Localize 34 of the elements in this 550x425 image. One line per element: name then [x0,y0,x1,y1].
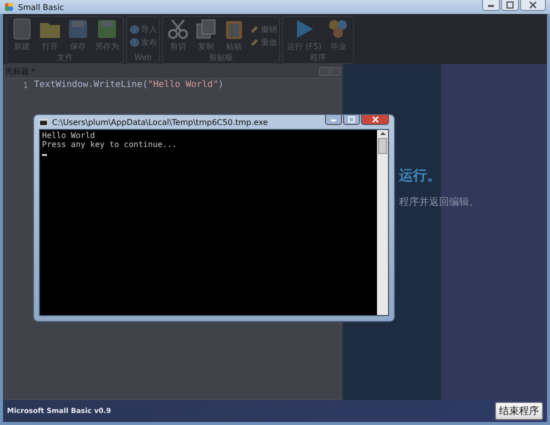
floppy-icon [67,18,89,40]
minimize-icon [486,2,496,8]
console-title: C:\Users\plum\AppData\Local\Temp\tmp6C50.tmp.exe [52,118,268,126]
app-logo-icon [4,2,14,12]
window-title: Small Basic [18,2,64,12]
clipboard-icon [223,18,245,40]
copy-icon [195,18,217,40]
console-icon [39,118,48,126]
scissors-icon [167,18,189,40]
close-button[interactable] [520,0,546,11]
help-text: 程序并返回编辑。 [399,196,480,209]
document-icon [11,18,33,40]
help-heading: 运行。 [399,167,442,185]
code-line: TextWindow.WriteLine("Hello World") [34,80,224,90]
minimize-button[interactable] [325,115,342,125]
end-program-button[interactable]: 结束程序 [495,402,543,420]
scrollbar[interactable] [377,130,388,315]
minimize-icon [329,117,338,122]
console-line: Hello World [42,131,96,140]
restore-button[interactable] [501,0,519,11]
line-number: 1 [22,80,28,90]
floppy-icon [96,18,118,40]
maximize-icon [505,1,515,9]
maximize-button[interactable] [343,115,360,125]
close-icon [326,68,334,74]
globe-icon [129,24,140,34]
minimize-button[interactable] [482,0,500,11]
maximize-icon [347,116,356,123]
close-button[interactable] [361,115,389,125]
globe-icon [129,36,140,48]
text-cursor [42,154,47,156]
close-icon [528,1,538,9]
console-line: Press any key to continue... [42,140,178,149]
close-icon [370,116,380,123]
